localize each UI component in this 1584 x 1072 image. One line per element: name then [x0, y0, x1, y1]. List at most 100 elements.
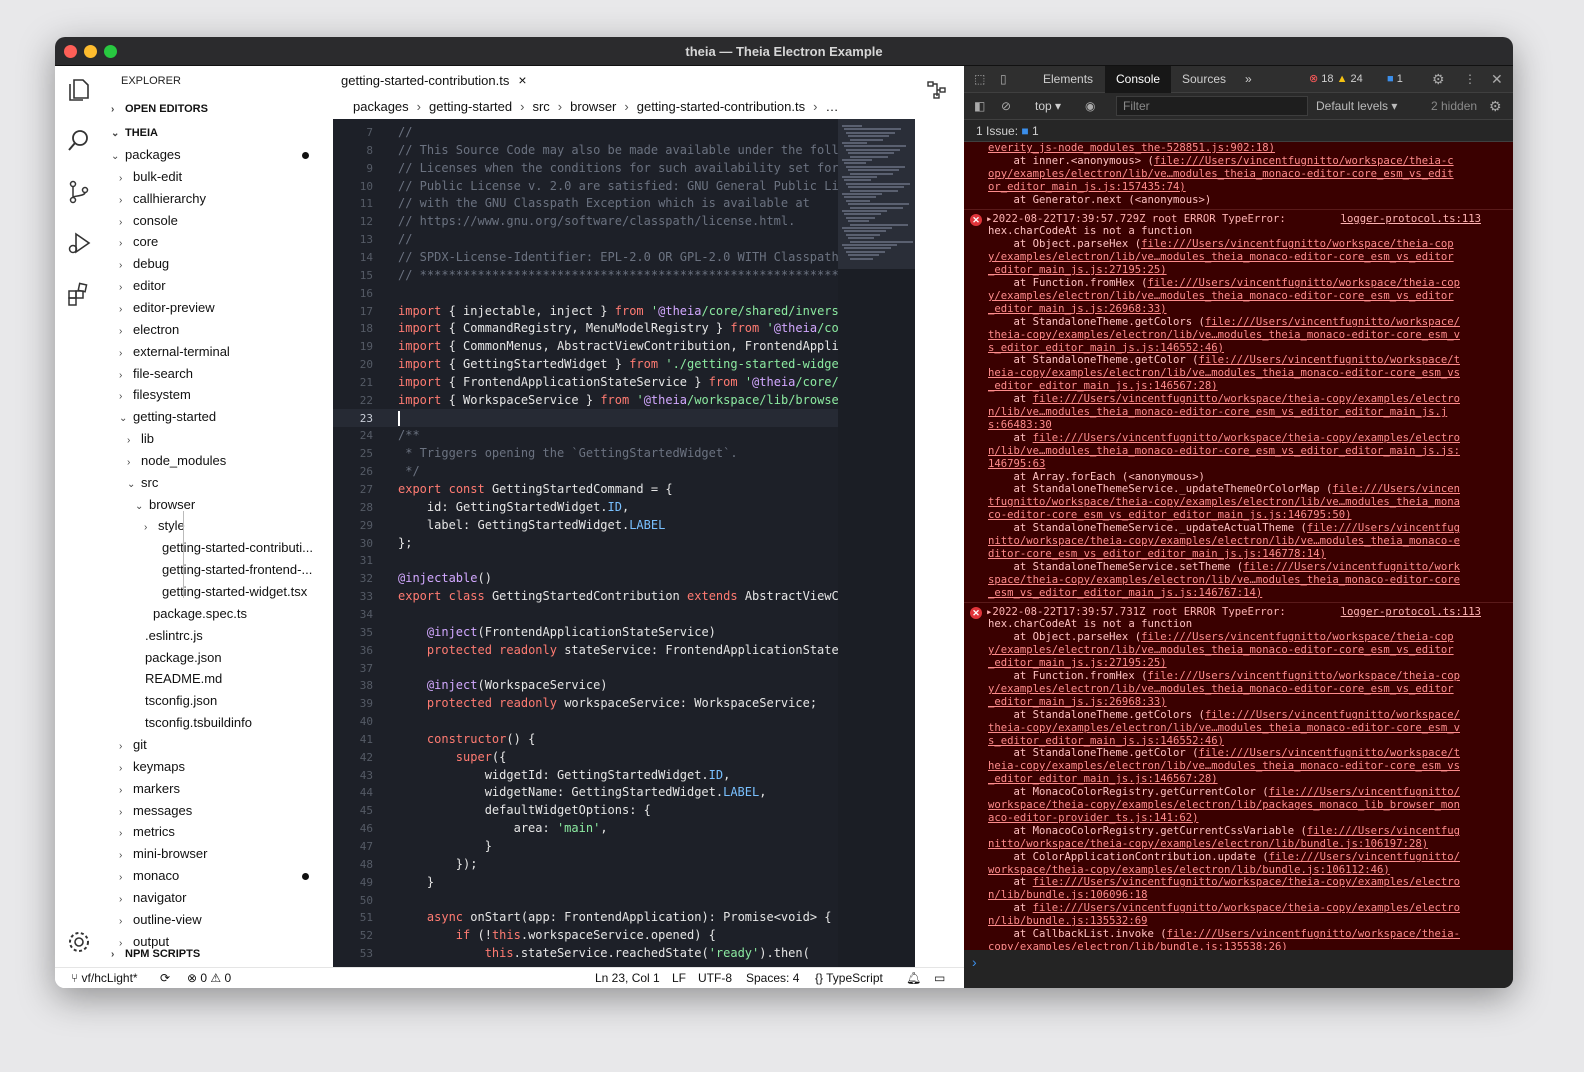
- console-line[interactable]: at Object.parseHex (file:///Users/vincen…: [988, 238, 1478, 251]
- stack-frame-link[interactable]: file:///Users/vincentfugnitto/workspace/…: [1198, 354, 1460, 366]
- stack-frame-link[interactable]: theia-copy/examples/electron/lib/ve…modu…: [988, 329, 1460, 341]
- live-expression-eye-icon[interactable]: ◉: [1085, 93, 1095, 120]
- stack-frame-link[interactable]: heia-copy/examples/electron/lib/ve…modul…: [988, 367, 1460, 379]
- stack-frame-link[interactable]: _editor_editor_main_js.js:146567:28): [988, 773, 1218, 785]
- sync-icon[interactable]: ⟳: [160, 971, 170, 985]
- stack-frame-link[interactable]: n/lib/ve…modules_theia_monaco-editor-cor…: [988, 406, 1447, 418]
- console-line[interactable]: ditor-core_esm_vs_editor_editor_main_js.…: [988, 548, 1478, 561]
- tab-elements[interactable]: Elements: [1043, 66, 1093, 93]
- tree-item[interactable]: › style: [144, 515, 185, 537]
- breadcrumb-item[interactable]: browser: [570, 99, 616, 114]
- problems-status[interactable]: ⊗ 0 ⚠ 0: [187, 971, 231, 985]
- stack-frame-link[interactable]: file:///Users/vincentfugnitto/workspace/…: [1033, 393, 1460, 405]
- console-line[interactable]: at MonacoColorRegistry.getCurrentCssVari…: [988, 825, 1478, 838]
- tree-item[interactable]: › git: [119, 734, 147, 756]
- console-line[interactable]: workspace/theia-copy/examples/electron/l…: [988, 799, 1478, 812]
- console-line[interactable]: at Function.fromHex (file:///Users/vince…: [988, 670, 1478, 683]
- stack-frame-link[interactable]: tfugnitto/workspace/theia-copy/examples/…: [988, 496, 1460, 508]
- code-editor[interactable]: 7 8 9 10 11 12 13 14 15 16 17 18 19 20 21 22 23 24 25 26 27 2…: [333, 119, 915, 967]
- stack-frame-link[interactable]: file:///Users/vincentfugnitto/work: [1243, 561, 1460, 573]
- stack-frame-link[interactable]: _editor_main_js.js:27195:25): [988, 264, 1167, 276]
- console-settings-gear-icon[interactable]: ⚙: [1489, 93, 1502, 120]
- stack-frame-link[interactable]: y/examples/electron/lib/ve…modules_theia…: [988, 290, 1454, 302]
- console-line[interactable]: s_editor_editor_main_js.js:146552:46): [988, 735, 1478, 748]
- language-mode[interactable]: {} TypeScript: [815, 971, 883, 985]
- stack-frame-link[interactable]: nitto/workspace/theia-copy/examples/elec…: [988, 838, 1428, 850]
- console-line[interactable]: _editor_main_js.js:27195:25): [988, 264, 1478, 277]
- stack-frame-link[interactable]: file:///Users/vincen: [1332, 483, 1460, 495]
- tree-item[interactable]: package.json: [145, 647, 222, 669]
- tab-console[interactable]: Console: [1105, 66, 1172, 93]
- console-line[interactable]: _editor_main_js.js:26968:33): [988, 696, 1478, 709]
- stack-frame-link[interactable]: file:///Users/vincentfugnitto/workspace/…: [1033, 902, 1460, 914]
- open-editors-section[interactable]: › OPEN EDITORS: [111, 103, 208, 115]
- stack-frame-link[interactable]: file:///Users/vincentfugnitto/workspace/: [1205, 316, 1460, 328]
- breadcrumb-item[interactable]: getting-started: [429, 99, 512, 114]
- console-line[interactable]: y/examples/electron/lib/ve…modules_theia…: [988, 251, 1478, 264]
- console-line[interactable]: at ColorApplicationContribution.update (…: [988, 851, 1478, 864]
- console-line[interactable]: y/examples/electron/lib/ve…modules_theia…: [988, 644, 1478, 657]
- console-line[interactable]: or_editor_main_js.js:157435:74): [988, 181, 1478, 194]
- explorer-icon[interactable]: [65, 76, 93, 104]
- tree-item[interactable]: .eslintrc.js: [145, 625, 203, 647]
- stack-frame-link[interactable]: file:///Users/vincentfugnitto/workspace/…: [1167, 928, 1460, 940]
- console-line[interactable]: at StandaloneThemeService._updateThemeOr…: [988, 483, 1478, 496]
- stack-frame-link[interactable]: file:///Users/vincentfugnitto/workspace/…: [1154, 155, 1454, 167]
- context-selector[interactable]: top ▾: [1035, 93, 1061, 120]
- tree-item[interactable]: › keymaps: [119, 756, 185, 778]
- close-devtools-icon[interactable]: ✕: [1491, 66, 1503, 93]
- messages-counter[interactable]: ■ 1: [1387, 66, 1403, 93]
- console-line[interactable]: n/lib/ve…modules_theia_monaco-editor-cor…: [988, 406, 1478, 419]
- console-line[interactable]: heia-copy/examples/electron/lib/ve…modul…: [988, 760, 1478, 773]
- stack-frame-link[interactable]: n/lib/bundle.js:135532:69: [988, 915, 1147, 927]
- stack-frame-link[interactable]: y/examples/electron/lib/ve…modules_theia…: [988, 683, 1454, 695]
- console-line[interactable]: at file:///Users/vincentfugnitto/workspa…: [988, 876, 1478, 889]
- tree-item[interactable]: › editor-preview: [119, 297, 215, 319]
- stack-frame-link[interactable]: file:///Users/vincentfugnitto/workspace/…: [1141, 238, 1454, 250]
- stack-frame-link[interactable]: file:///Users/vincentfugnitto/workspace/…: [1033, 432, 1460, 444]
- console-line[interactable]: at file:///Users/vincentfugnitto/workspa…: [988, 432, 1478, 445]
- stack-frame-link[interactable]: 146795:63: [988, 458, 1045, 470]
- console-line[interactable]: y/examples/electron/lib/ve…modules_theia…: [988, 290, 1478, 303]
- console-line[interactable]: _esm_vs_editor_editor_main_js.js:146767:…: [988, 587, 1478, 600]
- device-toolbar-icon[interactable]: ▯: [1000, 66, 1007, 93]
- toggle-panel-icon[interactable]: ▭: [934, 971, 945, 985]
- tree-item[interactable]: › core: [119, 231, 158, 253]
- stack-frame-link[interactable]: s:66483:30: [988, 419, 1052, 431]
- stack-frame-link[interactable]: _editor_editor_main_js.js:146567:28): [988, 380, 1218, 392]
- tree-item[interactable]: › messages: [119, 800, 192, 822]
- stack-frame-link[interactable]: copy/examples/electron/lib/bundle.js:135…: [988, 941, 1288, 950]
- stack-frame-link[interactable]: opy/examples/electron/lib/ve…modules_the…: [988, 168, 1454, 180]
- console-line[interactable]: n/lib/ve…modules_theia_monaco-editor-cor…: [988, 445, 1478, 458]
- code-area[interactable]: // // This Source Code may also be made a…: [398, 119, 838, 967]
- console-filter-input[interactable]: Filter: [1116, 96, 1308, 116]
- issues-link[interactable]: 1 Issue: ■ 1: [976, 120, 1039, 142]
- tree-item[interactable]: README.md: [145, 668, 222, 690]
- tree-item[interactable]: › outline-view: [119, 909, 202, 931]
- stack-frame-link[interactable]: n/lib/bundle.js:106096:18: [988, 889, 1147, 901]
- tree-item[interactable]: › file-search: [119, 363, 193, 385]
- console-line[interactable]: at Object.parseHex (file:///Users/vincen…: [988, 631, 1478, 644]
- tree-item[interactable]: › monaco: [119, 865, 179, 887]
- stack-frame-link[interactable]: file:///Users/vincentfugnitto/workspace/…: [1141, 631, 1454, 643]
- line-ending[interactable]: LF: [672, 971, 686, 985]
- console-line[interactable]: theia-copy/examples/electron/lib/ve…modu…: [988, 722, 1478, 735]
- more-tabs-icon[interactable]: »: [1245, 66, 1252, 93]
- stack-frame-link[interactable]: file:///Users/vincentfugnitto/workspace/…: [1147, 670, 1460, 682]
- stack-frame-link[interactable]: y/examples/electron/lib/ve…modules_theia…: [988, 644, 1454, 656]
- stack-frame-link[interactable]: _esm_vs_editor_editor_main_js.js:146767:…: [988, 587, 1262, 599]
- stack-frame-link[interactable]: everity_js-node_modules_the-528851.js:90…: [988, 142, 1275, 154]
- stack-frame-link[interactable]: theia-copy/examples/electron/lib/ve…modu…: [988, 722, 1460, 734]
- sidebar-toggle-icon[interactable]: ◧: [974, 93, 985, 120]
- editor-tab[interactable]: getting-started-contribution.ts ×: [333, 66, 527, 95]
- indentation[interactable]: Spaces: 4: [746, 971, 799, 985]
- console-line[interactable]: nitto/workspace/theia-copy/examples/elec…: [988, 838, 1478, 851]
- inspect-element-icon[interactable]: ⬚: [974, 66, 985, 93]
- stack-frame-link[interactable]: file:///Users/vincentfugnitto/workspace/…: [1033, 876, 1460, 888]
- tree-item[interactable]: ⌄ getting-started: [119, 406, 216, 428]
- tree-item[interactable]: getting-started-contributi...: [162, 537, 313, 559]
- console-source-link[interactable]: logger-protocol.ts:113: [1341, 213, 1481, 225]
- console-line[interactable]: at CallbackList.invoke (file:///Users/vi…: [988, 928, 1478, 941]
- stack-frame-link[interactable]: workspace/theia-copy/examples/electron/l…: [988, 864, 1390, 876]
- console-line[interactable]: at StandaloneTheme.getColors (file:///Us…: [988, 316, 1478, 329]
